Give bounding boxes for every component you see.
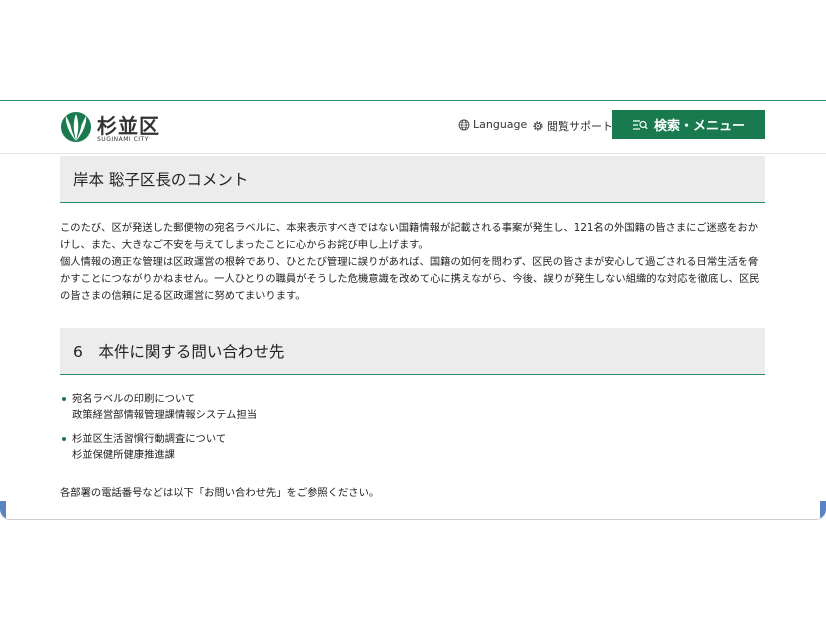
comment-paragraph: このたび、区が発送した郵便物の宛名ラベルに、本来表示すべきではない国籍情報が記載… xyxy=(60,222,759,251)
support-label: 閲覧サポート xyxy=(547,120,613,133)
comment-heading-text: 岸本 聡子区長のコメント xyxy=(73,171,249,189)
site-logo[interactable]: 杉並区 SUGINAMI CITY xyxy=(60,110,160,146)
language-link[interactable]: Language xyxy=(458,118,527,131)
suginami-leaf-icon xyxy=(61,112,91,142)
contact-item-dept: 政策経営部情報管理課情報システム担当 xyxy=(72,409,258,421)
gear-icon xyxy=(533,121,543,131)
bullet-dot xyxy=(62,437,66,441)
list-item: 宛名ラベルの印刷について 政策経営部情報管理課情報システム担当 xyxy=(60,391,765,423)
contact-list: 宛名ラベルの印刷について 政策経営部情報管理課情報システム担当 杉並区生活習慣行… xyxy=(60,391,765,463)
support-link[interactable]: 閲覧サポート xyxy=(532,118,613,134)
globe-icon xyxy=(458,119,470,130)
bullet-dot xyxy=(62,397,66,401)
contact-heading-text: 6 本件に関する問い合わせ先 xyxy=(73,343,285,361)
search-menu-label: 検索・メニュー xyxy=(653,119,745,134)
comment-heading: 岸本 聡子区長のコメント xyxy=(60,156,765,203)
logo-subtext: SUGINAMI CITY xyxy=(97,136,149,143)
browser-frame: 杉並区 SUGINAMI CITY Language 閲覧サポート 検索・メニュ… xyxy=(0,100,826,519)
list-item: 杉並区生活習慣行動調査について 杉並保健所健康推進課 xyxy=(60,431,765,463)
contact-note: 各部署の電話番号などは以下「お問い合わせ先」をご参照ください。 xyxy=(60,487,380,499)
contact-heading: 6 本件に関する問い合わせ先 xyxy=(60,328,765,375)
language-label: Language xyxy=(473,118,528,131)
contact-item-dept: 杉並保健所健康推進課 xyxy=(72,449,175,461)
contact-item-title: 宛名ラベルの印刷について xyxy=(72,393,196,405)
search-menu-button[interactable]: 検索・メニュー xyxy=(612,110,765,139)
comment-paragraph: 個人情報の適正な管理は区政運営の根幹であり、ひとたび管理に誤りがあれば、国籍の如… xyxy=(60,256,760,302)
main-content: 岸本 聡子区長のコメント このたび、区が発送した郵便物の宛名ラベルに、本来表示す… xyxy=(60,156,765,501)
site-header: 杉並区 SUGINAMI CITY Language 閲覧サポート 検索・メニュ… xyxy=(0,101,826,154)
contact-item-title: 杉並区生活習慣行動調査について xyxy=(72,433,227,445)
logo-text: 杉並区 xyxy=(97,114,160,138)
menu-search-icon xyxy=(632,119,648,130)
